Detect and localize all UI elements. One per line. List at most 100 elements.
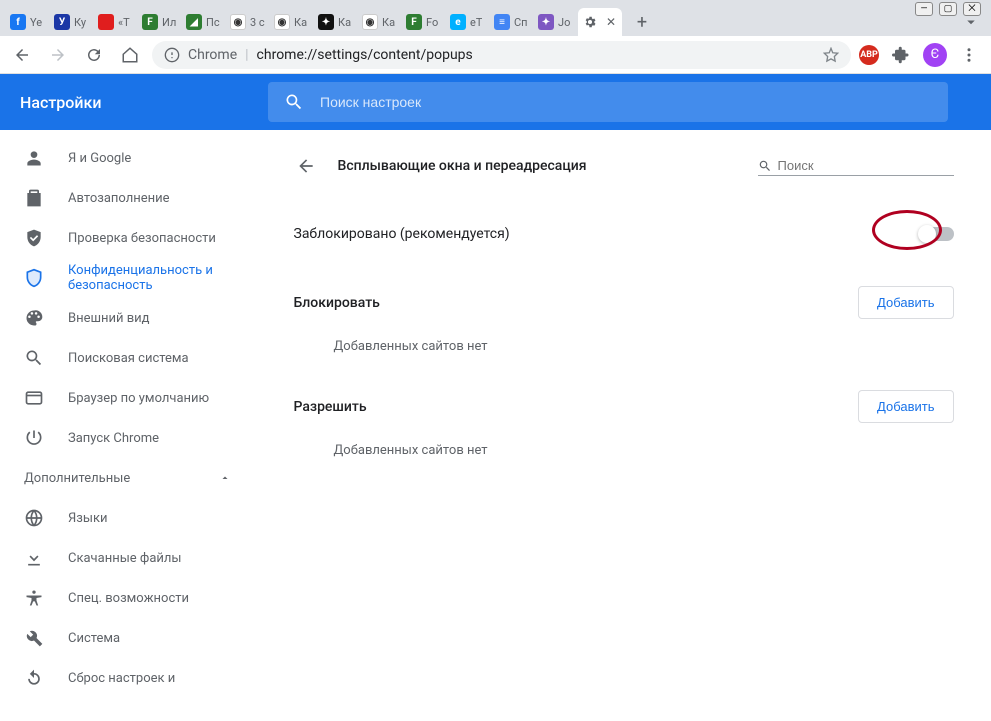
tab-favicon: F — [406, 14, 422, 30]
sidebar-item[interactable]: Система — [0, 618, 255, 658]
browser-tab[interactable]: «Т — [94, 8, 138, 36]
profile-avatar[interactable]: Є — [923, 43, 947, 67]
chrome-menu-icon[interactable] — [955, 41, 983, 69]
window-minimize-button[interactable]: — — [915, 2, 933, 16]
sidebar-item-label: Я и Google — [68, 151, 231, 166]
page-back-button[interactable] — [294, 154, 318, 178]
nav-back-button[interactable] — [8, 41, 36, 69]
sidebar-item[interactable]: Конфиденциальность и безопасность — [0, 258, 255, 298]
reset-icon — [24, 668, 44, 688]
browser-tab[interactable]: ≡ Сп — [490, 8, 534, 36]
clipboard-icon — [24, 188, 44, 208]
omnibox-scheme: Chrome — [188, 47, 237, 63]
extensions-icon[interactable] — [887, 41, 915, 69]
shield-icon — [24, 268, 44, 288]
tab-strip: fYeУКу«ТFИл◢Пс◉3 с◉Ка✦Ка◉КаFFoeeT≡Сп✦Jo✕… — [0, 0, 991, 36]
browser-tab[interactable]: ✦Ка — [314, 8, 358, 36]
browser-tab[interactable]: eeT — [446, 8, 490, 36]
block-empty-text: Добавленных сайтов нет — [294, 319, 954, 366]
allow-section-title: Разрешить — [294, 399, 367, 415]
tab-favicon: ◉ — [230, 14, 246, 30]
browser-tab-active[interactable]: ✕ — [578, 8, 622, 36]
tab-favicon: ✦ — [538, 14, 554, 30]
nav-forward-button[interactable] — [44, 41, 72, 69]
chevron-up-icon — [219, 472, 231, 484]
sidebar-advanced-toggle[interactable]: Дополнительные — [0, 458, 255, 498]
settings-sidebar: Я и Google АвтозаполнениеПроверка безопас… — [0, 130, 256, 721]
palette-icon — [24, 308, 44, 328]
sidebar-item[interactable]: Браузер по умолчанию — [0, 378, 255, 418]
sidebar-item-label: Система — [68, 631, 231, 646]
sidebar-item[interactable]: Спец. возможности — [0, 578, 255, 618]
window-maximize-button[interactable]: ▢ — [939, 2, 957, 16]
new-tab-button[interactable]: + — [628, 8, 656, 36]
browser-tab[interactable]: ◉Ка — [358, 8, 402, 36]
browser-tab[interactable]: F Fo — [402, 8, 446, 36]
tab-title: Ку — [74, 16, 86, 29]
browser-tab[interactable]: ◢ Пс — [182, 8, 226, 36]
accessibility-icon — [24, 588, 44, 608]
window-icon — [24, 388, 44, 408]
window-close-button[interactable]: ⨉ — [963, 2, 981, 16]
tab-favicon — [98, 14, 114, 30]
browser-tab[interactable]: ◉ 3 с — [226, 8, 270, 36]
browser-tab[interactable]: ◉ Ка — [270, 8, 314, 36]
sidebar-item[interactable]: Скачанные файлы — [0, 538, 255, 578]
sidebar-item[interactable]: Запуск Chrome — [0, 418, 255, 458]
sidebar-item-label: Спец. возможности — [68, 591, 231, 606]
tab-title: 3 с — [250, 16, 265, 29]
omnibox[interactable]: Chrome | chrome://settings/content/popup… — [152, 41, 851, 69]
sidebar-item-label: Языки — [68, 511, 231, 526]
allow-add-button[interactable]: Добавить — [858, 390, 953, 423]
sidebar-item[interactable]: Проверка безопасности — [0, 218, 255, 258]
download-icon — [24, 548, 44, 568]
tab-favicon: ◢ — [186, 14, 202, 30]
page-search[interactable] — [758, 156, 954, 176]
tab-title: «Т — [118, 16, 130, 29]
gear-icon — [582, 14, 598, 30]
settings-header: Настройки — [0, 74, 991, 130]
popup-toggle[interactable] — [920, 227, 954, 241]
browser-tab[interactable]: У Ку — [50, 8, 94, 36]
sidebar-item[interactable]: Поисковая система — [0, 338, 255, 378]
tab-title: Пс — [206, 16, 220, 29]
sidebar-item[interactable]: Внешний вид — [0, 298, 255, 338]
lock-icon — [164, 47, 180, 63]
nav-reload-button[interactable] — [80, 41, 108, 69]
sidebar-item-label: Скачанные файлы — [68, 551, 231, 566]
tab-title: Ка — [338, 16, 351, 29]
page-search-input[interactable] — [778, 158, 954, 173]
sidebar-item[interactable]: Языки — [0, 498, 255, 538]
sidebar-item-label: Конфиденциальность и безопасность — [68, 263, 231, 293]
tab-title: Fo — [426, 16, 438, 29]
sidebar-item[interactable]: Автозаполнение — [0, 178, 255, 218]
tab-favicon: ≡ — [494, 14, 510, 30]
browser-tab[interactable]: F Ил — [138, 8, 182, 36]
sidebar-item[interactable]: Сброс настроек и — [0, 658, 255, 698]
nav-home-button[interactable] — [116, 41, 144, 69]
settings-search-input[interactable] — [320, 94, 932, 110]
popup-toggle-label: Заблокировано (рекомендуется) — [294, 226, 510, 242]
sidebar-advanced-label: Дополнительные — [24, 471, 130, 486]
sidebar-item[interactable]: Я и Google — [0, 138, 255, 178]
block-add-button[interactable]: Добавить — [858, 286, 953, 319]
search-icon — [284, 92, 304, 112]
tab-title: Ка — [294, 16, 307, 29]
tab-title: Сп — [514, 16, 528, 29]
browser-tab[interactable]: fYe — [6, 8, 50, 36]
omnibox-url: chrome://settings/content/popups — [257, 47, 473, 63]
tab-favicon: F — [142, 14, 158, 30]
tab-favicon: У — [54, 14, 70, 30]
tab-title: Ил — [162, 16, 176, 29]
search-icon — [24, 348, 44, 368]
settings-search[interactable] — [268, 82, 948, 122]
tab-favicon: ◉ — [274, 14, 290, 30]
popup-toggle-row: Заблокировано (рекомендуется) — [294, 206, 954, 262]
sidebar-item-label: Поисковая система — [68, 351, 231, 366]
close-icon[interactable]: ✕ — [606, 15, 616, 29]
search-icon — [758, 159, 772, 173]
bookmark-star-icon[interactable] — [823, 47, 839, 63]
tab-title: Ка — [382, 16, 395, 29]
browser-tab[interactable]: ✦Jo — [534, 8, 578, 36]
adblock-extension-icon[interactable]: ABP — [859, 45, 879, 65]
